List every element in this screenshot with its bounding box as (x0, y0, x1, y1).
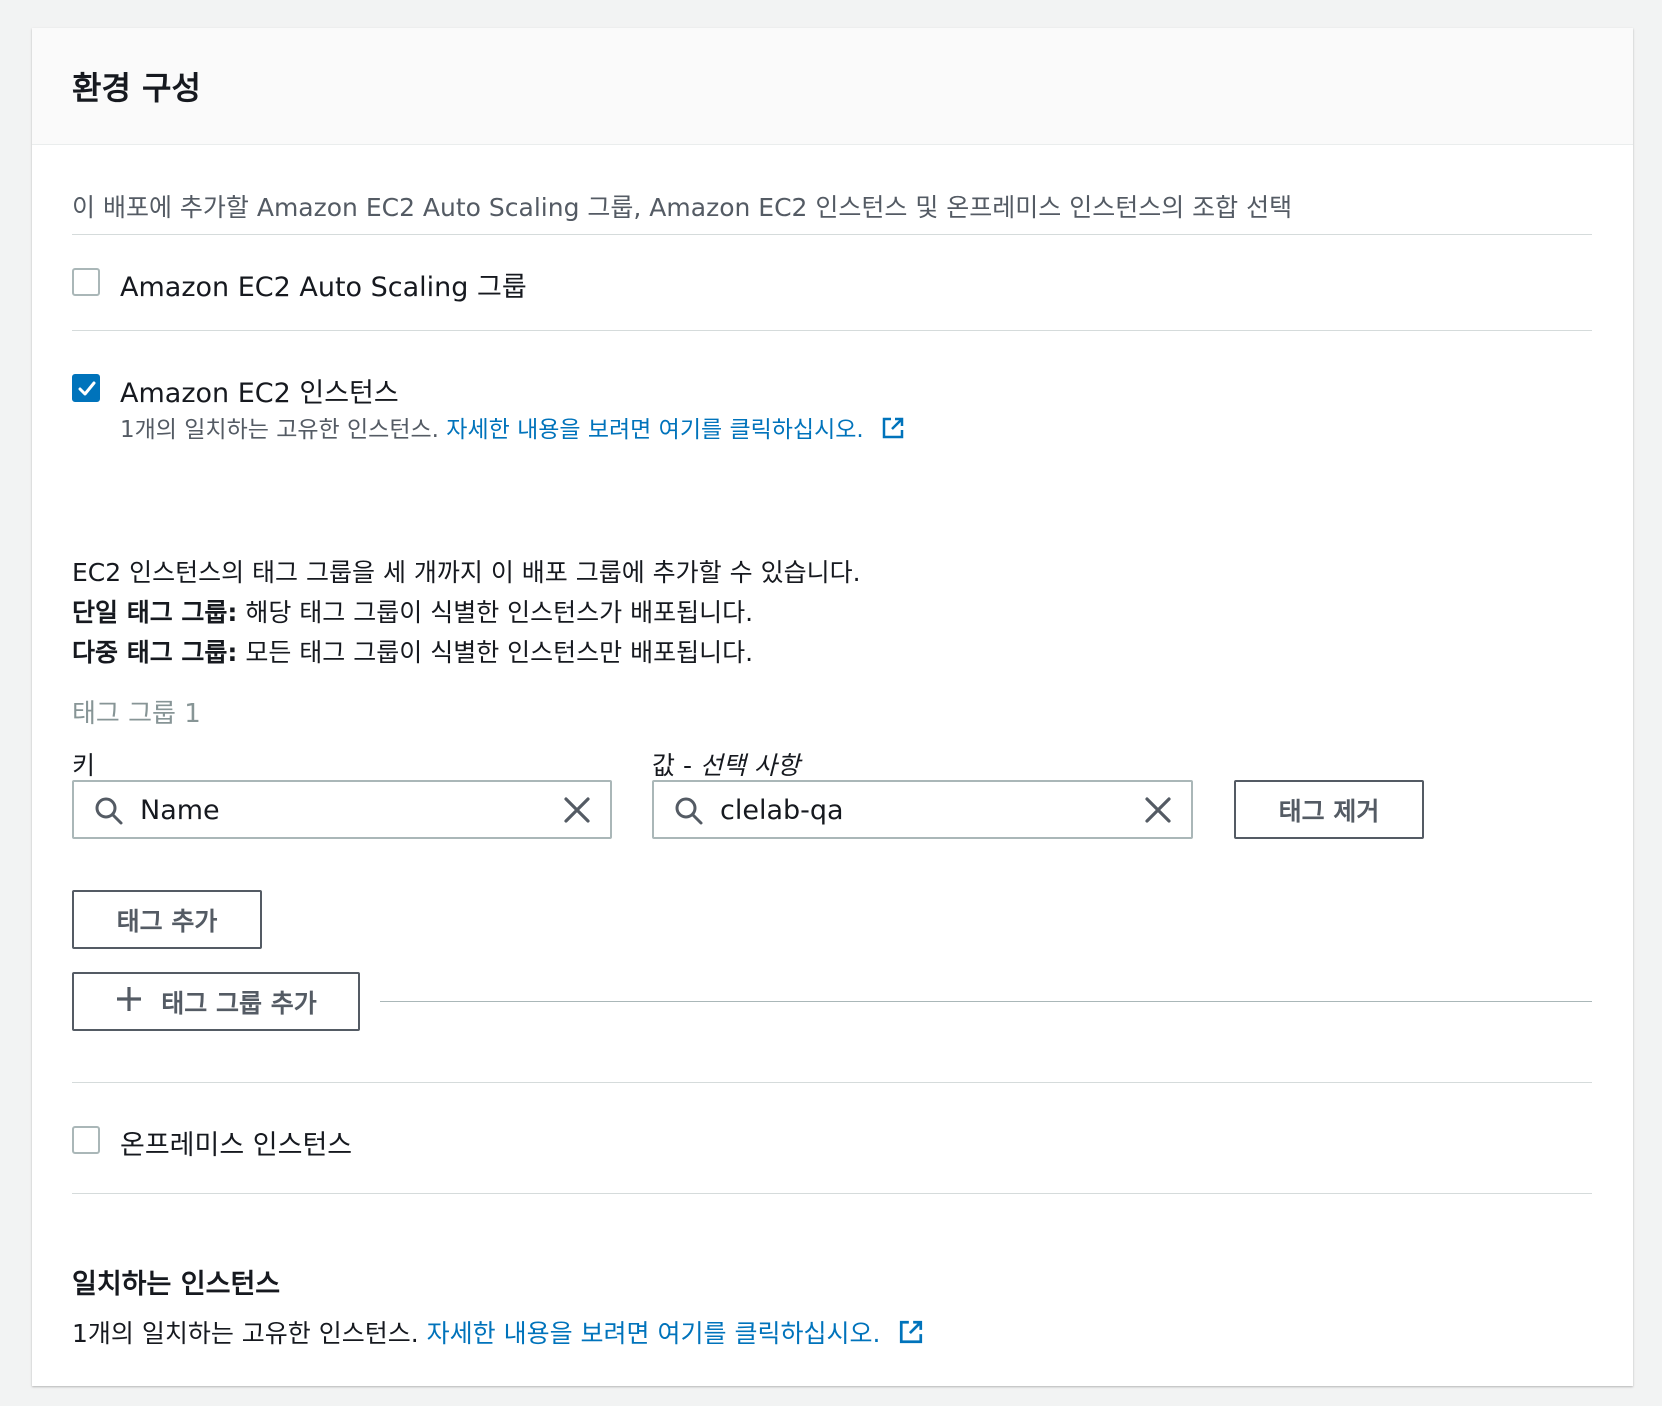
environment-config-panel: 환경 구성 이 배포에 추가할 Amazon EC2 Auto Scaling … (32, 28, 1633, 1386)
matching-details-link[interactable]: 자세한 내용을 보려면 여기를 클릭하십시오. (427, 1319, 881, 1348)
panel-header: 환경 구성 (32, 28, 1633, 145)
external-link-icon[interactable] (881, 416, 905, 446)
tag-info-multi: 다중 태그 그룹: 모든 태그 그룹이 식별한 인스턴스만 배포됩니다. (72, 638, 754, 667)
auto-scaling-checkbox[interactable] (72, 268, 100, 296)
search-icon (94, 796, 124, 830)
remove-tag-button[interactable]: 태그 제거 (1234, 780, 1424, 839)
ec2-instances-label[interactable]: Amazon EC2 인스턴스 (120, 371, 399, 410)
ec2-instances-details-link[interactable]: 자세한 내용을 보려면 여기를 클릭하십시오. (446, 417, 863, 443)
matching-count: 1개의 일치하는 고유한 인스턴스. (72, 1319, 419, 1348)
tag-group-separator (380, 1001, 1592, 1002)
divider (72, 1193, 1592, 1194)
ec2-instances-checkbox[interactable] (72, 374, 100, 402)
on-premises-label[interactable]: 온프레미스 인스턴스 (120, 1123, 352, 1162)
check-icon (78, 381, 96, 396)
key-input-value[interactable]: Name (140, 795, 220, 826)
value-input-value[interactable]: clelab-qa (720, 795, 844, 826)
tag-info-line: EC2 인스턴스의 태그 그룹을 세 개까지 이 배포 그룹에 추가할 수 있습… (72, 558, 861, 587)
tag-group-label: 태그 그룹 1 (72, 699, 201, 729)
tag-group-info: EC2 인스턴스의 태그 그룹을 세 개까지 이 배포 그룹에 추가할 수 있습… (72, 553, 861, 673)
ec2-instances-count: 1개의 일치하는 고유한 인스턴스. (120, 417, 439, 443)
panel-title: 환경 구성 (72, 69, 201, 107)
key-input[interactable]: Name (72, 780, 612, 839)
panel-description: 이 배포에 추가할 Amazon EC2 Auto Scaling 그룹, Am… (72, 193, 1293, 222)
value-input[interactable]: clelab-qa (652, 780, 1193, 839)
value-label: 값 - 선택 사항 (652, 751, 800, 780)
external-link-icon[interactable] (898, 1319, 924, 1351)
on-premises-checkbox[interactable] (72, 1126, 100, 1154)
clear-icon[interactable] (562, 795, 592, 829)
add-tag-group-button[interactable]: 태그 그룹 추가 (72, 972, 360, 1031)
matching-instances-title: 일치하는 인스턴스 (72, 1269, 281, 1300)
divider (72, 234, 1592, 235)
ec2-instances-summary: 1개의 일치하는 고유한 인스턴스. 자세한 내용을 보려면 여기를 클릭하십시… (120, 410, 905, 446)
auto-scaling-label[interactable]: Amazon EC2 Auto Scaling 그룹 (120, 265, 527, 304)
divider (72, 1082, 1592, 1083)
divider (72, 330, 1592, 331)
tag-info-single: 단일 태그 그룹: 해당 태그 그룹이 식별한 인스턴스가 배포됩니다. (72, 598, 754, 627)
matching-instances-summary: 1개의 일치하는 고유한 인스턴스. 자세한 내용을 보려면 여기를 클릭하십시… (72, 1314, 924, 1351)
clear-icon[interactable] (1143, 795, 1173, 829)
plus-icon (115, 985, 143, 1019)
key-label: 키 (72, 751, 96, 780)
add-tag-group-label: 태그 그룹 추가 (161, 988, 317, 1018)
add-tag-button[interactable]: 태그 추가 (72, 890, 262, 949)
search-icon (674, 796, 704, 830)
